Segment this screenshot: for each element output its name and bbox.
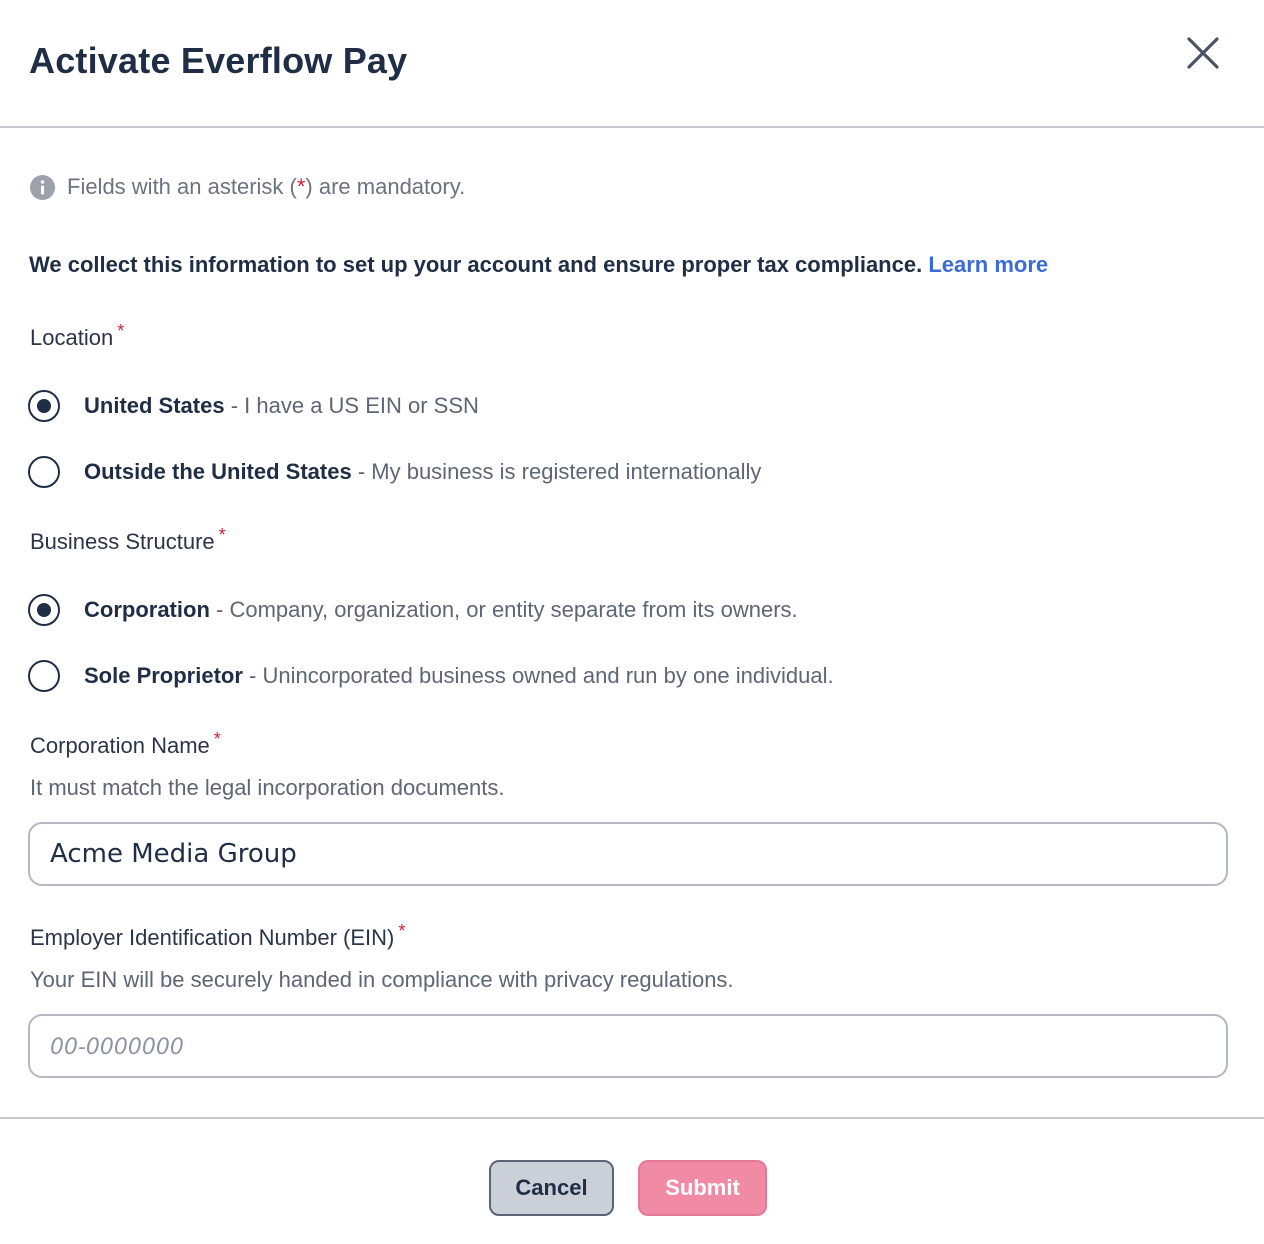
radio-structure-sole-proprietor[interactable]: Sole Proprietor - Unincorporated busines… (28, 660, 834, 692)
ein-hint: Your EIN will be securely handed in comp… (30, 967, 734, 992)
radio-button[interactable] (28, 456, 60, 488)
corporation-name-input[interactable] (28, 822, 1228, 886)
info-icon (30, 174, 55, 200)
location-label: Location * (30, 321, 125, 350)
intro-statement: We collect this information to set up yo… (29, 252, 923, 277)
radio-label: Sole Proprietor - Unincorporated busines… (84, 663, 834, 688)
close-button[interactable] (1180, 30, 1226, 76)
radio-location-united-states[interactable]: United States - I have a US EIN or SSN (28, 390, 479, 422)
radio-button-selected[interactable] (28, 594, 60, 626)
ein-input[interactable] (28, 1014, 1228, 1078)
intro-text: We collect this information to set up yo… (29, 252, 1048, 278)
mandatory-note: Fields with an asterisk (*) are mandator… (30, 174, 465, 200)
cancel-button[interactable]: Cancel (489, 1160, 614, 1216)
radio-button[interactable] (28, 660, 60, 692)
learn-more-link[interactable]: Learn more (928, 252, 1048, 277)
footer-divider (0, 1117, 1264, 1119)
radio-button-selected[interactable] (28, 390, 60, 422)
submit-button[interactable]: Submit (638, 1160, 767, 1216)
dialog-title: Activate Everflow Pay (29, 40, 408, 81)
radio-label: United States - I have a US EIN or SSN (84, 393, 479, 418)
radio-label: Outside the United States - My business … (84, 459, 762, 484)
radio-label: Corporation - Company, organization, or … (84, 597, 798, 622)
required-mark: * (117, 321, 125, 341)
ein-label: Employer Identification Number (EIN) * (30, 921, 406, 950)
required-mark: * (218, 525, 226, 545)
business-structure-label: Business Structure * (30, 525, 226, 554)
radio-location-outside-us[interactable]: Outside the United States - My business … (28, 456, 761, 488)
corporation-name-hint: It must match the legal incorporation do… (30, 775, 505, 800)
required-mark: * (213, 729, 221, 749)
corporation-name-label: Corporation Name * (30, 729, 221, 758)
close-icon (1187, 37, 1219, 69)
radio-structure-corporation[interactable]: Corporation - Company, organization, or … (28, 594, 798, 626)
mandatory-note-text: Fields with an asterisk (*) are mandator… (67, 174, 466, 199)
dialog-header: Activate Everflow Pay (0, 0, 1264, 128)
required-mark: * (398, 921, 406, 941)
